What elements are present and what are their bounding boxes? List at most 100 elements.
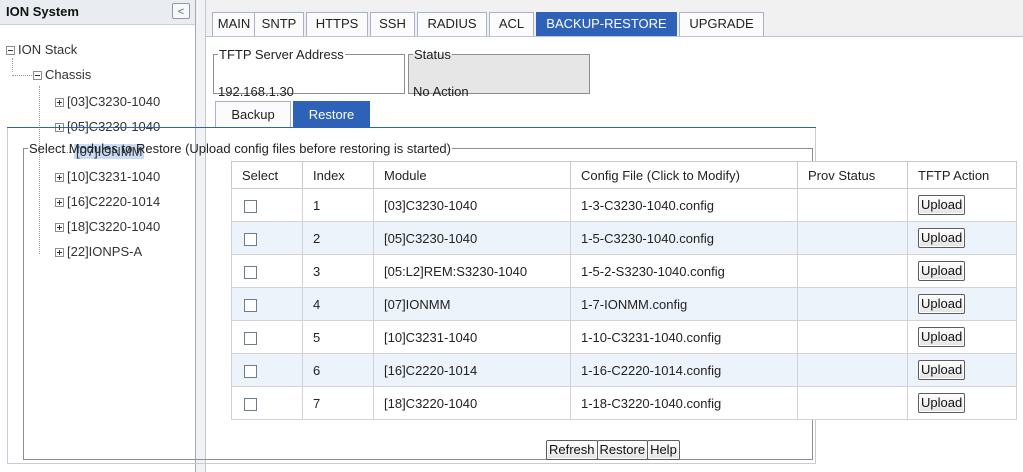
- upload-button[interactable]: Upload: [918, 228, 966, 248]
- upload-button[interactable]: Upload: [918, 360, 966, 380]
- config-file-link[interactable]: 1-5-2-S3230-1040.config: [570, 254, 798, 288]
- index-cell: 2: [302, 221, 374, 255]
- upload-button[interactable]: Upload: [918, 393, 966, 413]
- table-row: 3 [05:L2]REM:S3230-1040 1-5-2-S3230-1040.c…: [231, 254, 1017, 288]
- tftp-action-cell: Upload: [907, 320, 1017, 354]
- upload-button[interactable]: Upload: [918, 261, 966, 281]
- restore-modules-table: Select Index Module Config File (Click to M…: [231, 161, 1017, 420]
- select-cell: [231, 188, 303, 222]
- upload-button[interactable]: Upload: [918, 294, 966, 314]
- status-label: Status: [414, 47, 451, 62]
- column-header: Select: [231, 161, 303, 189]
- config-file-link[interactable]: 1-5-C3230-1040.config: [570, 221, 798, 255]
- tftp-action-cell: Upload: [907, 287, 1017, 321]
- tftp-action-cell: Upload: [907, 221, 1017, 255]
- tftp-server-fieldset: TFTP Server Address 192.168.1.30: [213, 47, 405, 99]
- tab-upgrade[interactable]: UPGRADE: [679, 12, 764, 36]
- select-cell: [231, 221, 303, 255]
- tftp-server-label: TFTP Server Address: [219, 47, 344, 62]
- expand-icon[interactable]: [55, 98, 64, 108]
- restore-legend: Select Modules to Restore (Upload config…: [29, 141, 451, 156]
- tree-node-label: [03]C3230-1040: [67, 94, 161, 109]
- prov-status-cell: [797, 188, 908, 222]
- index-cell: 4: [302, 287, 374, 321]
- tab-acl[interactable]: ACL: [489, 12, 534, 36]
- module-cell: [05:L2]REM:S3230-1040: [373, 254, 571, 288]
- tab-https[interactable]: HTTPS: [306, 12, 368, 36]
- table-row: 5 [10]C3231-1040 1-10-C3231-1040.config Upl…: [231, 320, 1017, 354]
- module-cell: [16]C2220-1014: [373, 353, 571, 387]
- table-row: 2 [05]C3230-1040 1-5-C3230-1040.config Uplo…: [231, 221, 1017, 255]
- tree-node-label: Chassis: [45, 67, 92, 82]
- select-checkbox[interactable]: [244, 298, 257, 312]
- prov-status-cell: [797, 287, 908, 321]
- index-cell: 6: [302, 353, 374, 387]
- select-checkbox[interactable]: [244, 397, 257, 411]
- index-cell: 7: [302, 386, 374, 420]
- column-header: Prov Status: [797, 161, 908, 189]
- select-cell: [231, 386, 303, 420]
- table-row: 6 [16]C2220-1014 1-16-C2220-1014.config Upl…: [231, 353, 1017, 387]
- tftp-server-input[interactable]: 192.168.1.30: [218, 84, 294, 99]
- table-row: 7 [18]C3220-1040 1-18-C3220-1040.config Upl…: [231, 386, 1017, 420]
- tftp-action-cell: Upload: [907, 254, 1017, 288]
- select-checkbox[interactable]: [244, 331, 257, 345]
- tab-ssh[interactable]: SSH: [370, 12, 415, 36]
- select-checkbox[interactable]: [244, 265, 257, 279]
- module-cell: [10]C3231-1040: [373, 320, 571, 354]
- prov-status-cell: [797, 353, 908, 387]
- column-header: TFTP Action: [907, 161, 1017, 189]
- config-file-link[interactable]: 1-16-C2220-1014.config: [570, 353, 798, 387]
- tree-node-module[interactable]: [03]C3230-1040: [55, 92, 160, 112]
- table-row: 1 [03]C3230-1040 1-3-C3230-1040.config Uplo…: [231, 188, 1017, 222]
- status-value: No Action: [413, 84, 469, 99]
- tree-header: ION System <: [0, 0, 195, 25]
- config-file-link[interactable]: 1-7-IONMM.config: [570, 287, 798, 321]
- tftp-action-cell: Upload: [907, 188, 1017, 222]
- table-row: 4 [07]IONMM 1-7-IONMM.config Upload: [231, 287, 1017, 321]
- subtab-restore[interactable]: Restore: [293, 101, 370, 127]
- index-cell: 3: [302, 254, 374, 288]
- select-checkbox[interactable]: [244, 199, 257, 213]
- tree-connector: [12, 58, 13, 72]
- collapse-panel-button[interactable]: <: [172, 3, 190, 19]
- select-cell: [231, 254, 303, 288]
- upload-button[interactable]: Upload: [918, 195, 966, 215]
- config-file-link[interactable]: 1-10-C3231-1040.config: [570, 320, 798, 354]
- tab-main[interactable]: MAIN: [212, 12, 256, 36]
- table-header-row: Select Index Module Config File (Click to M…: [231, 161, 1017, 189]
- tftp-action-cell: Upload: [907, 353, 1017, 387]
- module-cell: [07]IONMM: [373, 287, 571, 321]
- select-cell: [231, 353, 303, 387]
- prov-status-cell: [797, 221, 908, 255]
- tree-node-ion-stack[interactable]: ION Stack: [6, 40, 77, 60]
- select-cell: [231, 320, 303, 354]
- index-cell: 5: [302, 320, 374, 354]
- tree-connector: [12, 75, 32, 76]
- column-header: Config File (Click to Modify): [570, 161, 798, 189]
- tab-radius[interactable]: RADIUS: [417, 12, 487, 36]
- config-file-link[interactable]: 1-18-C3220-1040.config: [570, 386, 798, 420]
- help-button[interactable]: Help: [647, 440, 680, 460]
- module-cell: [18]C3220-1040: [373, 386, 571, 420]
- action-buttons: Refresh Restore Help: [546, 440, 680, 460]
- subtab-backup[interactable]: Backup: [215, 101, 291, 127]
- select-checkbox[interactable]: [244, 232, 257, 246]
- upload-button[interactable]: Upload: [918, 327, 966, 347]
- index-cell: 1: [302, 188, 374, 222]
- tree-node-chassis[interactable]: Chassis: [33, 65, 91, 85]
- collapse-icon[interactable]: [6, 46, 15, 56]
- prov-status-cell: [797, 254, 908, 288]
- status-fieldset: Status No Action: [408, 47, 590, 99]
- select-checkbox[interactable]: [244, 364, 257, 378]
- tab-backup-restore[interactable]: BACKUP-RESTORE: [536, 12, 677, 36]
- restore-button[interactable]: Restore: [596, 440, 649, 460]
- tab-sntp[interactable]: SNTP: [254, 12, 304, 36]
- config-file-link[interactable]: 1-3-C3230-1040.config: [570, 188, 798, 222]
- module-cell: [05]C3230-1040: [373, 221, 571, 255]
- tree-node-label: ION Stack: [18, 42, 78, 57]
- collapse-icon[interactable]: [33, 71, 42, 81]
- tftp-action-cell: Upload: [907, 386, 1017, 420]
- prov-status-cell: [797, 386, 908, 420]
- refresh-button[interactable]: Refresh: [546, 440, 598, 460]
